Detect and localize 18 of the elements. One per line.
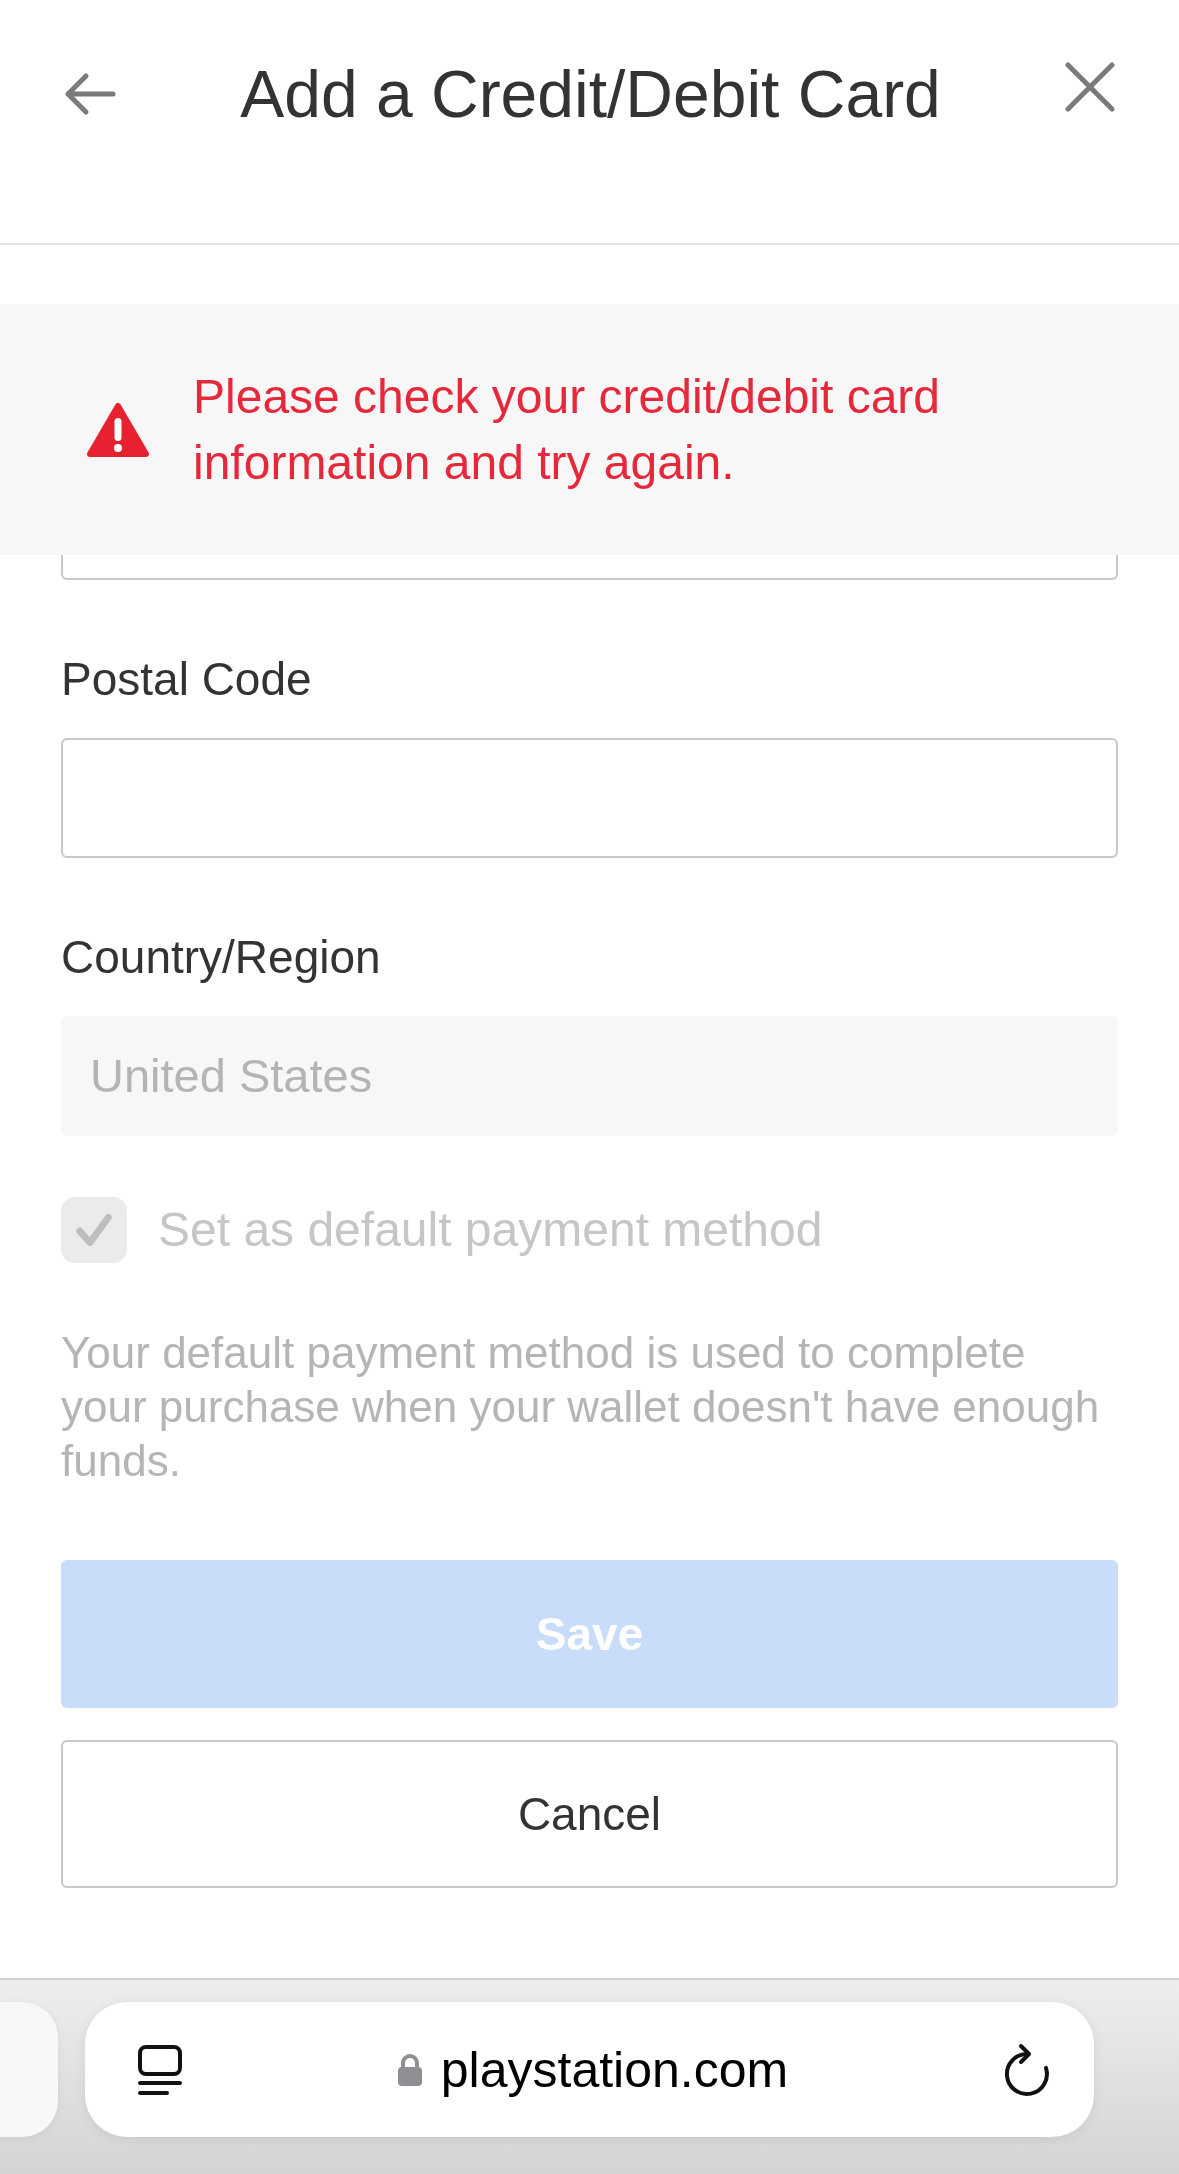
cancel-button[interactable]: Cancel (61, 1740, 1118, 1888)
url-text: playstation.com (440, 2044, 789, 2095)
page-menu-icon[interactable] (137, 2043, 183, 2096)
address-bar[interactable]: playstation.com (85, 2002, 1094, 2137)
page-title: Add a Credit/Debit Card (240, 61, 941, 127)
input-field[interactable] (61, 555, 1118, 580)
reload-icon[interactable] (1002, 2041, 1052, 2098)
field-label: Postal Code (61, 652, 312, 707)
input-field[interactable] (61, 738, 1118, 858)
checkmark-icon (76, 1214, 112, 1246)
back-arrow-icon[interactable] (64, 72, 116, 116)
warning-icon (86, 400, 150, 459)
close-icon[interactable] (1065, 62, 1115, 112)
checkbox-label: Set as default payment method (158, 1202, 823, 1258)
helper-text: Your default payment method is used to complete your purchase when your wallet doesn't have enough funds. (61, 1327, 1101, 1487)
field-label: Country/Region (61, 930, 381, 985)
lock-icon (396, 2052, 423, 2087)
error-message: Please check your credit/debit card information and try again. (193, 368, 942, 491)
